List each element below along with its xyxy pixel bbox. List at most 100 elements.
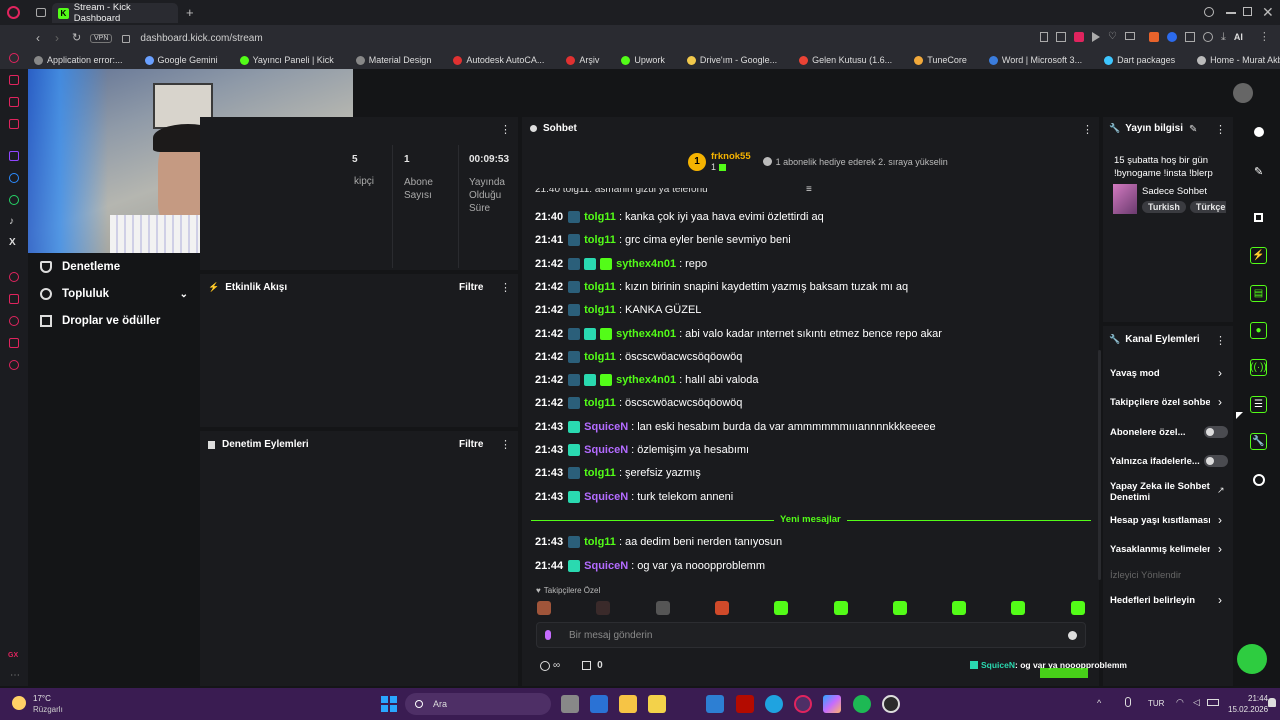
search-icon[interactable] <box>1204 7 1214 17</box>
emote-icon[interactable] <box>833 601 848 615</box>
pencil-icon[interactable]: ✎ <box>1254 165 1263 178</box>
bookmark-item[interactable]: Application error:... <box>34 55 134 65</box>
tray-microphone-icon[interactable] <box>1125 697 1131 707</box>
volume-icon[interactable]: ◁ <box>1193 697 1200 708</box>
bookmark-icon[interactable] <box>1040 32 1048 42</box>
back-icon[interactable]: ‹ <box>36 31 40 45</box>
bookmarks-overflow-icon[interactable]: › <box>1262 53 1265 64</box>
emote-icon[interactable] <box>892 601 907 615</box>
channel-action-item[interactable]: Yasaklanmış kelimeler <box>1110 544 1210 555</box>
emote-icon[interactable] <box>596 601 611 615</box>
whatsapp-icon[interactable] <box>9 195 19 205</box>
heart-icon[interactable]: ♡ <box>1108 32 1117 42</box>
chevron-right-icon[interactable]: › <box>1218 513 1222 527</box>
x-icon[interactable]: X <box>9 237 16 248</box>
bookmark-item[interactable]: Dart packages <box>1104 55 1186 65</box>
bookmark-item[interactable]: Upwork <box>621 55 676 65</box>
activity-filter-button[interactable]: Filtre <box>459 282 483 293</box>
bookmark-item[interactable]: Google Gemini <box>144 55 229 65</box>
channel-action-item[interactable]: Abonelere özel... <box>1110 427 1210 438</box>
play-icon[interactable] <box>1092 32 1100 42</box>
workspaces-icon[interactable] <box>36 8 46 17</box>
file-explorer-icon[interactable] <box>619 695 637 713</box>
emote-icon[interactable] <box>1070 601 1085 615</box>
share-icon[interactable] <box>1202 32 1213 42</box>
support-button[interactable] <box>1237 644 1267 674</box>
mod-actions-filter-button[interactable]: Filtre <box>459 439 483 450</box>
channel-action-item[interactable]: Yapay Zeka ile Sohbet Denetimi <box>1110 481 1210 503</box>
chat-menu-icon[interactable]: ⋮ <box>1082 123 1093 136</box>
edit-icon[interactable]: ✎ <box>1189 124 1197 135</box>
chevron-right-icon[interactable]: › <box>1218 542 1222 556</box>
gx-icon[interactable]: GX <box>8 652 18 659</box>
new-tab-button[interactable]: + <box>186 5 194 20</box>
message-username[interactable]: sythex4n01 <box>616 258 676 270</box>
lightning-button-icon[interactable]: ⚡ <box>1250 247 1267 264</box>
stream-info-menu-icon[interactable]: ⋮ <box>1215 123 1226 136</box>
toggle-switch[interactable] <box>1204 455 1228 467</box>
edge-icon[interactable] <box>765 695 783 713</box>
close-window-button[interactable]: ✕ <box>1262 4 1274 21</box>
bookmark-item[interactable]: Arşiv <box>566 55 610 65</box>
toggle-switch[interactable] <box>1204 426 1228 438</box>
chat-button-icon[interactable]: ● <box>1250 322 1267 339</box>
notes-button-icon[interactable]: ▤ <box>1250 285 1267 302</box>
bookmark-item[interactable]: Word | Microsoft 3... <box>988 55 1093 65</box>
emote-icon[interactable] <box>952 601 967 615</box>
clock-date[interactable]: 15.02.2026 <box>1228 705 1268 714</box>
tag[interactable]: Turkish <box>1142 201 1186 213</box>
windows-start-icon[interactable] <box>381 696 397 712</box>
message-username[interactable]: tolg11 <box>584 536 616 548</box>
chat-message[interactable]: 21:42 sythex4n01: abi valo kadar ınternet … <box>535 327 942 340</box>
tray-overflow-icon[interactable]: ^ <box>1097 698 1101 708</box>
copilot-icon[interactable] <box>823 695 841 713</box>
bookmark-item[interactable]: TuneCore <box>914 55 978 65</box>
opera-sidebar-icon[interactable] <box>9 53 19 63</box>
settings-icon[interactable] <box>9 360 19 370</box>
vscode-icon[interactable] <box>706 695 724 713</box>
channel-actions-menu-icon[interactable]: ⋮ <box>1215 334 1226 347</box>
tag[interactable]: Türkçe <box>1189 201 1226 213</box>
message-username[interactable]: tolg11 <box>584 351 616 363</box>
collapse-pins-icon[interactable]: ≡ <box>806 184 812 195</box>
chat-input[interactable]: Bir mesaj gönderin <box>536 622 1086 648</box>
twitch-icon[interactable] <box>9 151 19 161</box>
reload-icon[interactable]: ↻ <box>72 31 81 44</box>
user-avatar[interactable] <box>1233 83 1253 103</box>
message-username[interactable]: tolg11 <box>584 467 616 479</box>
message-username[interactable]: SquiceN <box>584 421 628 433</box>
screenshot-icon[interactable] <box>1056 32 1066 42</box>
chat-message[interactable]: 21:43 SquiceN: özlemişim ya hesabımı <box>535 444 749 456</box>
message-username[interactable]: SquiceN <box>584 444 628 456</box>
sidebar-item-droplar[interactable]: Droplar ve ödüller <box>40 315 160 327</box>
chat-message[interactable]: 21:41 tolg11: grc cima eyler benle sevmiyo… <box>535 234 791 247</box>
language-indicator[interactable]: TUR <box>1148 699 1164 708</box>
sidebar-item-denetleme[interactable]: Denetleme <box>40 261 120 273</box>
chat-scrollbar[interactable] <box>1098 350 1101 580</box>
kick-points-icon[interactable] <box>1253 474 1265 486</box>
kick-points-icon[interactable] <box>540 660 550 671</box>
message-username[interactable]: sythex4n01 <box>616 374 676 386</box>
shield-icon[interactable] <box>1074 32 1084 42</box>
chat-message[interactable]: 21:43 tolg11: şerefsiz yazmış <box>535 467 701 480</box>
channel-action-item[interactable]: Hedefleri belirleyin <box>1110 595 1210 606</box>
broadcast-button-icon[interactable]: ((·)) <box>1250 359 1267 376</box>
camera-icon[interactable] <box>1124 32 1135 40</box>
microphone-icon[interactable] <box>545 630 551 640</box>
sidebar-item-topluluk[interactable]: Topluluk ⌄ <box>40 288 188 300</box>
message-username[interactable]: sythex4n01 <box>616 328 676 340</box>
external-link-icon[interactable]: ↗ <box>1217 485 1225 496</box>
sidebar-more-icon[interactable]: ⋯ <box>10 670 20 681</box>
chat-message[interactable]: 21:44 SquiceN: og var ya nooopproblemm <box>535 559 765 572</box>
outlook-icon[interactable] <box>590 695 608 713</box>
stats-menu-icon[interactable]: ⋮ <box>500 123 511 136</box>
emote-icon[interactable] <box>537 601 551 615</box>
extension-blue-icon[interactable] <box>1166 32 1177 42</box>
emote-icon[interactable] <box>1011 601 1026 615</box>
task-view-icon[interactable] <box>561 695 579 713</box>
crop-icon[interactable] <box>1254 213 1263 222</box>
chat-message[interactable]: 21:42 tolg11: öscscwöacwcsöqöowöq <box>535 397 742 410</box>
player-icon[interactable] <box>9 272 19 282</box>
messenger-m-icon[interactable] <box>9 119 19 129</box>
chat-message[interactable]: 21:42 sythex4n01: halıl abi valoda <box>535 374 759 387</box>
